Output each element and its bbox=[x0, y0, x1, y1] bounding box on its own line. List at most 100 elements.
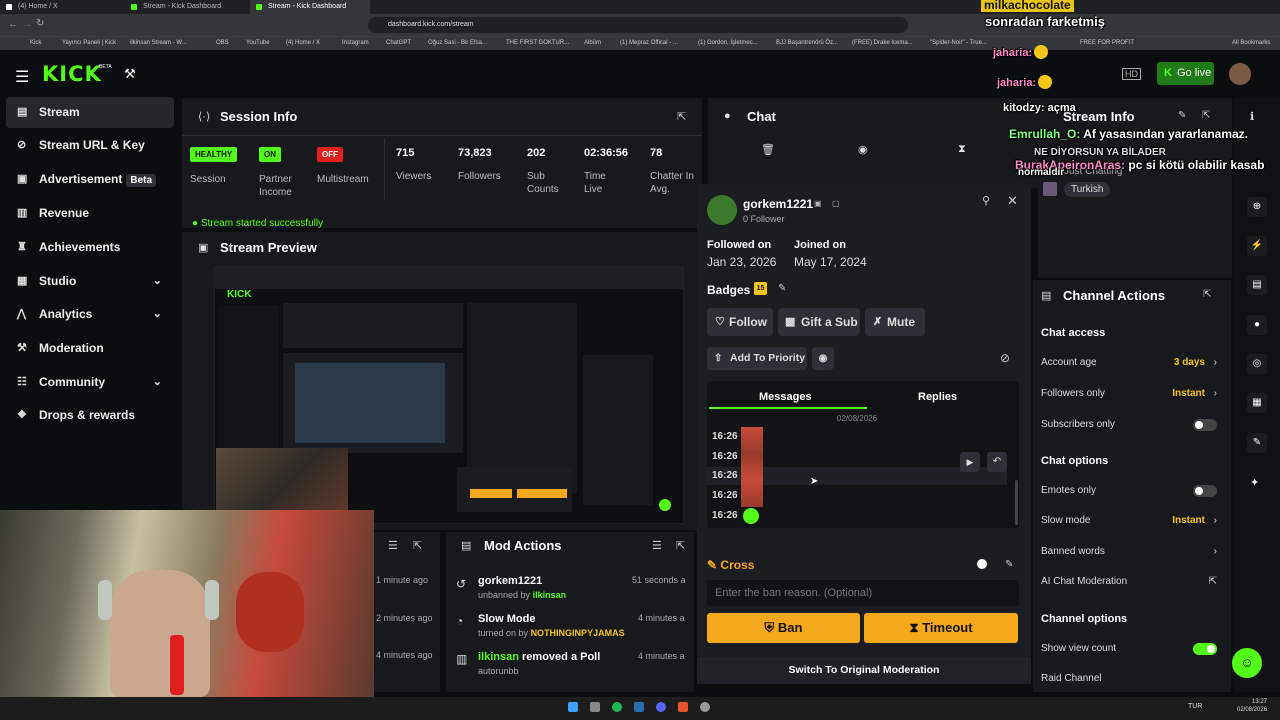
mod-action-user[interactable]: ilkinsan bbox=[478, 651, 519, 663]
bookmark-item[interactable]: BJJ Başantrenörü Öz... bbox=[776, 36, 838, 50]
clock-time[interactable]: 13:27 bbox=[1252, 699, 1267, 705]
wrench-icon[interactable]: ✎ bbox=[1247, 433, 1267, 453]
popout-icon[interactable]: ⇱ bbox=[677, 110, 686, 123]
hdr-icon[interactable]: HD bbox=[1122, 68, 1141, 80]
lightning-icon[interactable]: ⚡ bbox=[1247, 236, 1267, 256]
trash-icon[interactable]: 🗑 bbox=[761, 143, 775, 156]
emotes-only-toggle[interactable] bbox=[1193, 485, 1217, 497]
browser-tab-x[interactable]: (4) Home / X bbox=[0, 0, 125, 14]
messages-scrollbar[interactable] bbox=[1015, 480, 1018, 525]
bookmark-item[interactable]: (1) Gordon, İşletmec... bbox=[698, 36, 758, 50]
switch-moderation-button[interactable]: Switch To Original Moderation bbox=[697, 657, 1031, 684]
bookmark-item[interactable]: ChatGPT bbox=[386, 36, 411, 50]
account-age-row[interactable]: Account age 3 days › bbox=[1041, 357, 1225, 371]
ban-button[interactable]: ⛨ Ban bbox=[707, 613, 860, 643]
hammer-icon[interactable]: ⚒ bbox=[124, 66, 136, 82]
sidebar-item-stream-url[interactable]: ⊘ Stream URL & Key bbox=[6, 130, 174, 161]
bookmark-item[interactable]: Kick bbox=[30, 36, 41, 50]
bookmark-item[interactable]: Instagram bbox=[342, 36, 369, 50]
popout-icon[interactable]: ⇱ bbox=[676, 539, 685, 552]
clock-date[interactable]: 02/08/2026 bbox=[1237, 707, 1267, 713]
bookmark-item[interactable]: ilkinsan Stream - W... bbox=[130, 36, 187, 50]
mod-action-by[interactable]: NOTHINGINPYJAMAS bbox=[531, 628, 625, 638]
bookmark-item[interactable]: THE FIRST GOKTUR... bbox=[506, 36, 569, 50]
sidebar-item-advertisement[interactable]: ▣ Advertisement Beta bbox=[6, 164, 174, 195]
edit-icon[interactable]: ✎ bbox=[1005, 559, 1013, 570]
mod-action-by[interactable]: ilkinsan bbox=[533, 590, 567, 600]
play-icon[interactable]: ▶ bbox=[960, 452, 980, 472]
bookmark-item[interactable]: (4) Home / X bbox=[286, 36, 320, 50]
filter-icon[interactable]: ☰ bbox=[652, 539, 662, 552]
browser-tab-kick-1[interactable]: Stream - Kick Dashboard bbox=[125, 0, 250, 14]
slow-mode-row[interactable]: Slow mode Instant › bbox=[1041, 515, 1225, 529]
copy-icon[interactable]: ▣ bbox=[814, 199, 822, 208]
sidebar-item-moderation[interactable]: ⚒ Moderation bbox=[6, 333, 174, 364]
sidebar-item-analytics[interactable]: ⋀ Analytics ⌄ bbox=[6, 299, 174, 330]
banned-words-row[interactable]: Banned words › bbox=[1041, 546, 1225, 560]
undo-icon[interactable]: ↶ bbox=[987, 452, 1007, 472]
follow-button[interactable]: ♡ Follow bbox=[707, 308, 773, 336]
language-indicator[interactable]: TUR bbox=[1188, 703, 1202, 710]
filter-icon[interactable]: ☰ bbox=[388, 539, 398, 552]
taskview-icon[interactable] bbox=[590, 702, 600, 712]
broadcast-icon[interactable]: ◎ bbox=[1247, 354, 1267, 374]
hamburger-menu-icon[interactable]: ☰ bbox=[15, 67, 29, 87]
sidebar-item-community[interactable]: ☷ Community ⌄ bbox=[6, 367, 174, 398]
sidebar-item-achievements[interactable]: ♜ Achievements bbox=[6, 232, 174, 263]
bookmark-item[interactable]: All Bookmarks bbox=[1232, 36, 1270, 50]
support-icon[interactable]: ☺ bbox=[1232, 648, 1262, 678]
sidebar-item-studio[interactable]: ▦ Studio ⌄ bbox=[6, 266, 174, 297]
layout-icon[interactable]: ▦ bbox=[1247, 393, 1267, 413]
bookmark-item[interactable]: FREE FOR PROFIT bbox=[1080, 36, 1134, 50]
popout-icon[interactable]: ⇱ bbox=[413, 539, 422, 552]
address-bar[interactable]: dashboard.kick.com/stream bbox=[368, 17, 908, 33]
brave-icon[interactable] bbox=[678, 702, 688, 712]
bookmark-item[interactable]: YouTube bbox=[246, 36, 270, 50]
timeout-button[interactable]: ⧗ Timeout bbox=[864, 613, 1018, 643]
back-icon[interactable]: ← bbox=[8, 19, 18, 30]
tab-replies[interactable]: Replies bbox=[918, 391, 957, 403]
chat-bubble-icon[interactable]: ◉ bbox=[858, 143, 868, 156]
spotify-icon[interactable] bbox=[612, 702, 622, 712]
subscribers-only-toggle[interactable] bbox=[1193, 419, 1217, 431]
mod-action-name[interactable]: gorkem1221 bbox=[478, 575, 542, 587]
sparkle-icon[interactable]: ✦ bbox=[1250, 476, 1259, 489]
popout-icon[interactable]: ⇱ bbox=[1202, 110, 1210, 121]
add-to-priority-button[interactable]: ⇧ Add To Priority bbox=[707, 347, 807, 370]
sidebar-item-revenue[interactable]: ▥ Revenue bbox=[6, 198, 174, 229]
edit-icon[interactable]: ✎ bbox=[778, 283, 786, 294]
edit-icon[interactable]: ✎ bbox=[1178, 110, 1186, 121]
close-icon[interactable]: ✕ bbox=[1007, 193, 1018, 209]
hourglass-icon[interactable]: ⧗ bbox=[958, 143, 966, 156]
ai-chat-moderation-row[interactable]: AI Chat Moderation ⇱ bbox=[1041, 576, 1225, 590]
status-dot[interactable] bbox=[977, 559, 987, 569]
steam-icon[interactable] bbox=[634, 702, 644, 712]
sidebar-item-drops[interactable]: ❖ Drops & rewards bbox=[6, 400, 174, 431]
go-live-button[interactable]: K Go live bbox=[1157, 62, 1214, 85]
eye-icon[interactable]: ◉ bbox=[812, 347, 834, 370]
kick-logo[interactable]: KICK bbox=[42, 62, 102, 86]
pin-icon[interactable]: ⚲ bbox=[982, 194, 990, 207]
forward-icon[interactable]: → bbox=[22, 19, 32, 30]
bookmark-item[interactable]: (FREE) Drake Icema... bbox=[852, 36, 913, 50]
popout-icon[interactable]: ⇱ bbox=[1203, 289, 1211, 300]
stream-tag[interactable]: Turkish bbox=[1064, 182, 1111, 197]
bookmark-item[interactable]: Albüm bbox=[584, 36, 601, 50]
bookmark-item[interactable]: Oğuz Sasi - Bir Efsa... bbox=[428, 36, 487, 50]
raid-channel-row[interactable]: Raid Channel bbox=[1041, 673, 1225, 687]
show-view-count-toggle[interactable] bbox=[1193, 643, 1217, 655]
bookmark-item[interactable]: Yayıncı Paneli | Kick bbox=[62, 36, 116, 50]
profile-icon[interactable]: ▢ bbox=[832, 199, 840, 208]
discord-icon[interactable] bbox=[656, 702, 666, 712]
avatar[interactable] bbox=[1229, 63, 1251, 85]
document-icon[interactable]: ▤ bbox=[1247, 275, 1267, 295]
ban-circle-icon[interactable]: ⊘ bbox=[1000, 351, 1010, 365]
info-icon[interactable]: ℹ bbox=[1250, 110, 1254, 123]
ban-reason-input[interactable] bbox=[707, 580, 1019, 606]
bookmark-item[interactable]: "Spider-Noir" - True... bbox=[930, 36, 987, 50]
bookmark-item[interactable]: OBS bbox=[216, 36, 229, 50]
user-card-username[interactable]: gorkem1221 bbox=[743, 197, 813, 211]
reload-icon[interactable]: ↻ bbox=[36, 18, 44, 29]
gift-sub-button[interactable]: ▩ Gift a Sub bbox=[778, 308, 860, 336]
mute-button[interactable]: ✗ Mute bbox=[865, 308, 925, 336]
